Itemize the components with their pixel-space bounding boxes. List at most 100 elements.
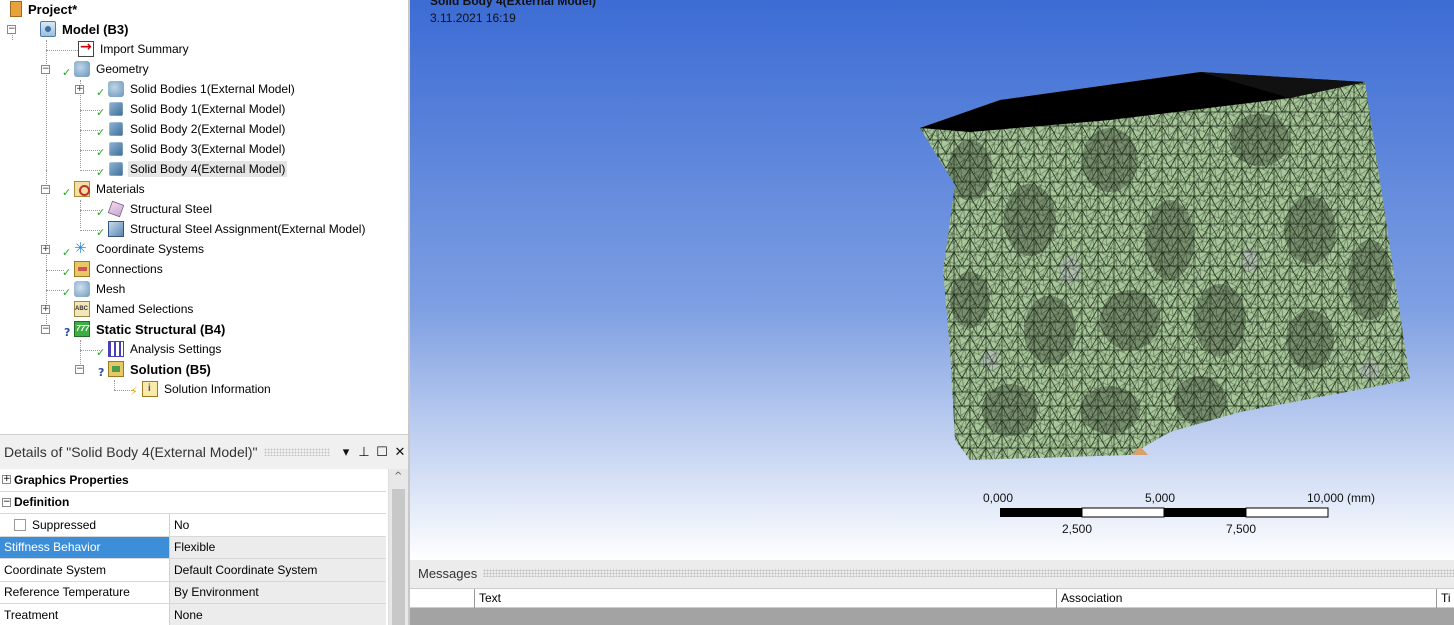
details-row-treatment[interactable]: Treatment None — [0, 604, 386, 625]
column-association[interactable]: Association — [1056, 589, 1122, 609]
scale-label-0: 0,000 — [983, 491, 1014, 505]
tree-item-coordinate-systems[interactable]: Coordinate Systems — [74, 239, 206, 259]
column-time[interactable]: Ti — [1436, 589, 1451, 609]
tree-item-solid-body-2[interactable]: Solid Body 2(External Model) — [108, 119, 287, 139]
graphics-viewport[interactable]: Solid Body 4(External Model) 3.11.2021 1… — [410, 0, 1454, 560]
row-value[interactable]: Flexible — [170, 536, 386, 558]
details-header: Details of "Solid Body 4(External Model)… — [0, 435, 408, 469]
check-icon: ✓ — [62, 286, 72, 299]
row-label: Coordinate System — [0, 559, 170, 581]
tree-item-solution-information[interactable]: Solution Information — [142, 379, 273, 399]
details-row-coordinate-system[interactable]: Coordinate System Default Coordinate Sys… — [0, 559, 386, 582]
suppressed-checkbox[interactable] — [14, 518, 26, 531]
collapse-toggle[interactable]: − — [41, 185, 50, 194]
expand-icon[interactable]: + — [2, 475, 11, 485]
collapse-toggle[interactable]: − — [41, 325, 50, 334]
row-value[interactable]: No — [170, 514, 386, 536]
analysis-settings-icon — [108, 341, 124, 357]
tree-item-connections[interactable]: Connections — [74, 259, 165, 279]
tree-item-label: Solid Body 1(External Model) — [130, 102, 286, 116]
scale-label-7-5: 7,500 — [1226, 522, 1257, 536]
scroll-thumb[interactable] — [392, 489, 405, 625]
row-label: Suppressed — [32, 517, 97, 532]
group-label: Definition — [14, 495, 70, 510]
tree-item-import-summary[interactable]: Import Summary — [78, 39, 191, 59]
drag-grip[interactable] — [483, 569, 1454, 577]
tree-item-mesh[interactable]: Mesh — [74, 279, 127, 299]
mesh-model-render[interactable] — [410, 0, 1454, 560]
tree-item-solid-body-3[interactable]: Solid Body 3(External Model) — [108, 139, 287, 159]
question-mark-icon: ? — [64, 326, 71, 339]
tree-item-solid-bodies[interactable]: Solid Bodies 1(External Model) — [108, 79, 297, 99]
tree-item-solid-body-4[interactable]: Solid Body 4(External Model) — [108, 159, 288, 179]
lightning-icon: ⚡ — [130, 385, 138, 398]
tree-item-static-structural[interactable]: Static Structural (B4) — [74, 319, 227, 339]
expand-toggle[interactable]: + — [41, 305, 50, 314]
tree-item-named-selections[interactable]: Named Selections — [74, 299, 195, 319]
close-icon[interactable]: ✕ — [392, 445, 408, 460]
tree-item-materials[interactable]: Materials — [74, 179, 147, 199]
tree-item-label: Structural Steel — [130, 202, 213, 216]
solid-body-icon — [109, 122, 123, 136]
tree-item-label: Solution Information — [164, 382, 271, 396]
tree-item-project[interactable]: Project* — [10, 0, 79, 19]
tree-item-structural-steel[interactable]: Structural Steel — [107, 199, 214, 219]
question-mark-icon: ? — [98, 366, 105, 379]
details-scrollbar[interactable]: ^ — [388, 469, 408, 625]
scale-label-5: 5,000 — [1145, 491, 1176, 505]
mesh-icon — [74, 281, 90, 297]
tree-item-solid-body-1[interactable]: Solid Body 1(External Model) — [108, 99, 287, 119]
collapse-icon[interactable]: − — [2, 497, 11, 507]
group-definition[interactable]: − Definition — [0, 491, 386, 514]
check-icon: ✓ — [96, 206, 106, 219]
collapse-toggle[interactable]: − — [41, 65, 50, 74]
tree-item-label: Solid Body 3(External Model) — [130, 142, 286, 156]
tree-item-label: Solid Body 2(External Model) — [130, 122, 286, 136]
tree-item-model[interactable]: Model (B3) — [40, 19, 130, 39]
named-selections-icon — [74, 301, 90, 317]
collapse-toggle[interactable]: − — [7, 25, 16, 34]
scroll-up-icon[interactable]: ^ — [394, 471, 402, 482]
group-graphics-properties[interactable]: + Graphics Properties — [0, 469, 386, 492]
expand-toggle[interactable]: + — [75, 85, 84, 94]
tree-item-label: Static Structural (B4) — [96, 321, 226, 337]
details-row-reference-temperature[interactable]: Reference Temperature By Environment — [0, 581, 386, 604]
maximize-icon[interactable]: ☐ — [374, 445, 390, 460]
row-value[interactable]: Default Coordinate System — [170, 559, 386, 581]
column-text[interactable]: Text — [474, 589, 501, 609]
tree-item-geometry[interactable]: Geometry — [74, 59, 151, 79]
tree-item-analysis-settings[interactable]: Analysis Settings — [108, 339, 223, 359]
tree-item-label: Model (B3) — [62, 21, 129, 37]
messages-panel: Messages Text Association Ti — [410, 560, 1454, 625]
tree-item-label: Mesh — [96, 282, 126, 296]
check-icon: ✓ — [96, 86, 106, 99]
details-row-stiffness-behavior[interactable]: Stiffness Behavior Flexible — [0, 536, 386, 559]
tree-item-steel-assignment[interactable]: Structural Steel Assignment(External Mod… — [108, 219, 367, 239]
drag-grip[interactable] — [263, 448, 330, 456]
row-value[interactable]: None — [170, 604, 386, 625]
row-value[interactable]: By Environment — [170, 581, 386, 603]
details-row-suppressed[interactable]: Suppressed No — [0, 514, 386, 537]
tree-item-label: Solid Body 4(External Model) — [128, 161, 288, 177]
row-label: Treatment — [0, 604, 170, 625]
tree-item-label: Solid Bodies 1(External Model) — [130, 82, 295, 96]
check-icon: ✓ — [96, 346, 106, 359]
tree-item-solution[interactable]: Solution (B5) — [108, 359, 213, 379]
solution-icon — [108, 361, 124, 377]
check-icon: ✓ — [96, 126, 106, 139]
check-icon: ✓ — [62, 266, 72, 279]
expand-toggle[interactable]: + — [41, 245, 50, 254]
collapse-toggle[interactable]: − — [75, 365, 84, 374]
messages-title: Messages — [418, 565, 478, 581]
dropdown-icon[interactable]: ▾ — [338, 445, 354, 460]
messages-column-header: Text Association Ti — [410, 588, 1454, 609]
details-panel: Details of "Solid Body 4(External Model)… — [0, 434, 408, 625]
check-icon: ✓ — [62, 186, 72, 199]
static-structural-icon — [74, 321, 90, 337]
messages-list[interactable] — [410, 608, 1454, 625]
import-icon — [78, 39, 94, 57]
pin-icon[interactable]: ⊥ — [356, 445, 372, 460]
tree-item-label: Connections — [96, 262, 163, 276]
model-icon — [40, 21, 56, 37]
group-label: Graphics Properties — [14, 472, 129, 487]
